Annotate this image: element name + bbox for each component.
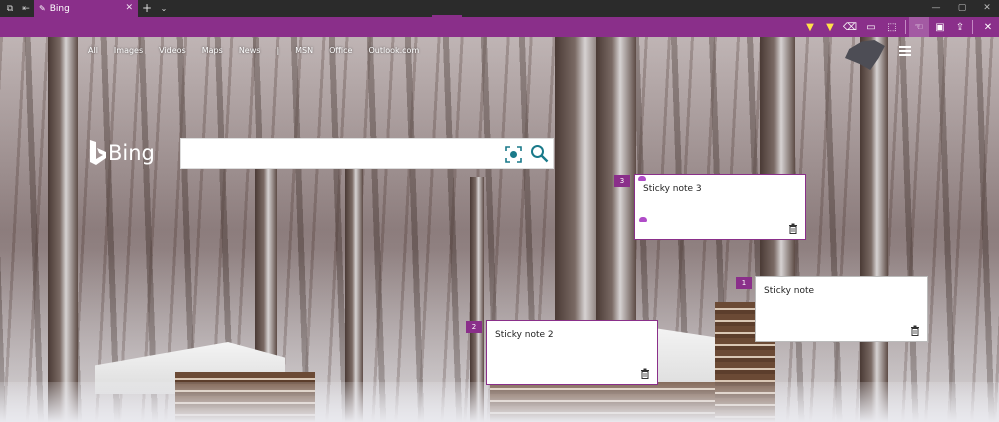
eraser-icon: ⌫ <box>842 21 858 33</box>
nav-outlook[interactable]: Outlook.com <box>368 46 419 55</box>
share-icon: ⇪ <box>955 21 965 33</box>
nav-images[interactable]: Images <box>114 46 143 55</box>
nav-all[interactable]: All <box>88 46 98 55</box>
bing-page: All Images Videos Maps News | MSN Office… <box>0 37 999 422</box>
exit-ink-button[interactable]: ✕ <box>978 17 998 37</box>
tab-preview-chevron-icon[interactable]: ⌄ <box>158 0 170 17</box>
tree-trunk <box>48 37 78 422</box>
ink-mark <box>638 176 646 181</box>
save-icon: ▣ <box>935 21 945 33</box>
bing-nav: All Images Videos Maps News | MSN Office… <box>88 46 435 55</box>
nav-videos[interactable]: Videos <box>159 46 186 55</box>
tab-title: Bing <box>49 3 70 14</box>
tab-bing[interactable]: ✎ Bing ✕ <box>34 0 138 17</box>
nav-office[interactable]: Office <box>329 46 352 55</box>
search-input[interactable] <box>189 145 489 163</box>
sticky-note[interactable]: Sticky note 3 <box>634 174 806 240</box>
pen-icon: ▼ <box>806 21 814 33</box>
note-number-badge[interactable]: 1 <box>736 277 752 289</box>
bing-b-icon <box>90 140 106 165</box>
nav-news[interactable]: News <box>239 46 261 55</box>
ink-toolbar: ▼ ▼ ⌫ ▭ ⬚ ☜ ▣ ⇪ ✕ <box>0 17 999 37</box>
sticky-note-text[interactable]: Sticky note <box>764 286 814 296</box>
tree-trunk <box>760 37 795 287</box>
search-icon[interactable] <box>530 144 549 163</box>
tab-set-aside-icon[interactable]: ⧉ <box>2 0 18 17</box>
tree-trunk <box>860 37 888 422</box>
bing-logo-text: Bing <box>108 141 155 165</box>
note-number-badge[interactable]: 2 <box>466 321 482 333</box>
hamburger-menu-icon[interactable] <box>899 46 911 56</box>
nav-separator: | <box>276 46 280 55</box>
title-bar: ⧉ ⇤ ✎ Bing ✕ + ⌄ — ▢ ✕ <box>0 0 999 17</box>
add-note-button[interactable]: ▭ <box>861 17 881 37</box>
close-icon: ✕ <box>983 21 993 33</box>
sticky-note[interactable]: Sticky note 2 <box>486 320 658 385</box>
save-web-note-button[interactable]: ▣ <box>930 17 950 37</box>
maximize-button[interactable]: ▢ <box>950 0 974 17</box>
nav-msn[interactable]: MSN <box>295 46 313 55</box>
nav-maps[interactable]: Maps <box>202 46 223 55</box>
comment-icon: ▭ <box>866 21 876 33</box>
touch-writing-button[interactable]: ☜ <box>909 17 929 37</box>
inking-pen-icon: ✎ <box>39 4 46 13</box>
sticky-note-text[interactable]: Sticky note 3 <box>643 184 702 194</box>
ink-mark <box>639 217 647 222</box>
snow-ground <box>0 382 999 422</box>
clip-icon: ⬚ <box>887 21 897 33</box>
close-window-button[interactable]: ✕ <box>975 0 999 17</box>
share-button[interactable]: ⇪ <box>950 17 970 37</box>
visual-search-icon[interactable] <box>505 146 522 163</box>
touch-icon: ☜ <box>914 21 924 33</box>
toolbar-divider <box>972 20 973 34</box>
bing-logo[interactable]: Bing <box>88 139 155 167</box>
note-number-badge[interactable]: 3 <box>614 175 630 187</box>
close-tab-icon[interactable]: ✕ <box>125 3 133 13</box>
trash-icon[interactable] <box>788 223 798 234</box>
sticky-note[interactable]: Sticky note <box>755 276 928 342</box>
ballpoint-pen-button[interactable]: ▼ <box>800 17 820 37</box>
tabs-aside-icon[interactable]: ⇤ <box>18 0 34 17</box>
minimize-button[interactable]: — <box>924 0 948 17</box>
trash-icon[interactable] <box>640 368 650 379</box>
trash-icon[interactable] <box>910 325 920 336</box>
search-box[interactable] <box>180 138 554 169</box>
new-tab-button[interactable]: + <box>141 0 153 17</box>
toolbar-divider <box>905 20 906 34</box>
clip-button[interactable]: ⬚ <box>882 17 902 37</box>
highlighter-icon: ▼ <box>826 21 834 33</box>
eraser-button[interactable]: ⌫ <box>840 17 860 37</box>
sticky-note-text[interactable]: Sticky note 2 <box>495 330 554 340</box>
highlighter-button[interactable]: ▼ <box>820 17 840 37</box>
